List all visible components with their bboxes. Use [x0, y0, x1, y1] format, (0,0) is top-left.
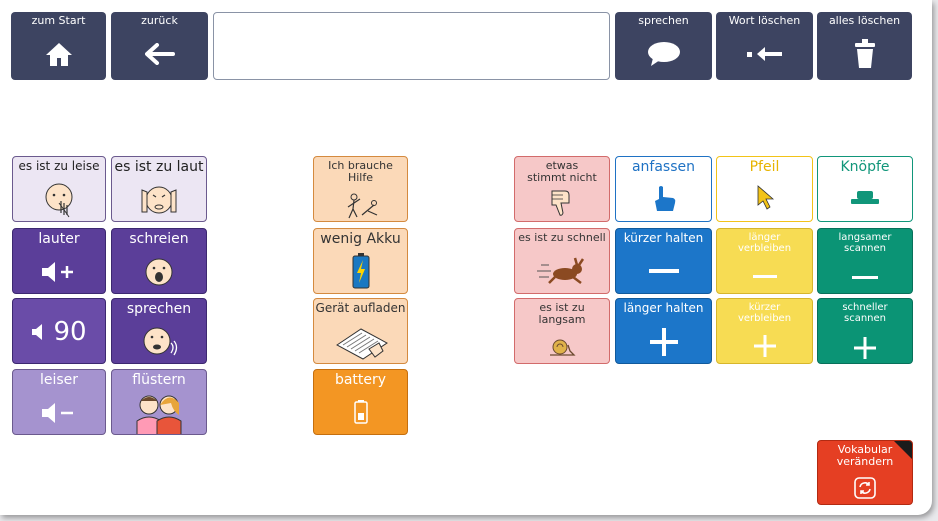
- dwell-longer-label: länger verbleiben: [737, 232, 792, 254]
- dwell-shorter-label: kürzer verbleiben: [737, 302, 792, 324]
- clear-all-label: alles löschen: [828, 14, 901, 27]
- speak-tile-label: sprechen: [126, 301, 192, 317]
- hold-shorter-label: kürzer halten: [623, 231, 704, 245]
- back-button[interactable]: zurück: [111, 12, 208, 80]
- shouting-face-icon: [112, 253, 206, 289]
- speech-bubble-icon: [615, 38, 712, 70]
- volume-tile[interactable]: 90: [12, 298, 106, 364]
- running-rabbit-icon: [515, 257, 609, 285]
- speak-button[interactable]: sprechen: [615, 12, 712, 80]
- speak-button-label: sprechen: [638, 14, 689, 27]
- backspace-arrow-icon: [716, 38, 813, 70]
- change-vocabulary-button[interactable]: Vokabular verändern: [817, 440, 913, 505]
- scan-slower-tile[interactable]: langsamer scannen: [817, 228, 913, 294]
- message-text: [214, 13, 609, 29]
- touch-label: anfassen: [631, 159, 696, 175]
- arrow-left-icon: [111, 38, 208, 70]
- face-covered-ears-icon: [112, 182, 206, 218]
- low-battery-tile[interactable]: wenig Akku: [313, 228, 408, 294]
- cursor-arrow-icon: [717, 185, 812, 211]
- arrow-label: Pfeil: [749, 159, 780, 175]
- speaker-plus-icon: [13, 257, 105, 287]
- need-help-label: Ich brauche Hilfe: [328, 159, 393, 185]
- hold-shorter-tile[interactable]: kürzer halten: [615, 228, 712, 294]
- change-vocabulary-label: Vokabular verändern: [836, 443, 894, 469]
- dwell-longer-tile[interactable]: länger verbleiben: [716, 228, 813, 294]
- louder-tile[interactable]: lauter: [12, 228, 106, 294]
- home-button[interactable]: zum Start: [11, 12, 106, 80]
- plus-icon: [717, 333, 812, 359]
- too-loud-label: es ist zu laut: [114, 159, 204, 175]
- battery-icon: [314, 400, 407, 424]
- whisper-tile[interactable]: flüstern: [111, 369, 207, 435]
- volume-display: 90: [13, 317, 105, 347]
- louder-label: lauter: [38, 231, 80, 247]
- minus-icon: [818, 267, 912, 289]
- trash-icon: [817, 38, 912, 70]
- too-fast-tile[interactable]: es ist zu schnell: [514, 228, 610, 294]
- speaking-face-icon: [112, 321, 206, 359]
- hold-longer-tile[interactable]: länger halten: [615, 298, 712, 364]
- shout-tile[interactable]: schreien: [111, 228, 207, 294]
- too-slow-label: es ist zu langsam: [538, 301, 586, 327]
- clear-all-button[interactable]: alles löschen: [817, 12, 912, 80]
- plus-icon: [818, 335, 912, 361]
- thumbs-down-icon: [515, 189, 609, 217]
- hand-pointer-icon: [616, 185, 711, 213]
- quieter-label: leiser: [39, 372, 79, 388]
- volume-value: 90: [53, 317, 87, 347]
- something-wrong-tile[interactable]: etwas stimmt nicht: [514, 156, 610, 222]
- delete-word-button[interactable]: Wort löschen: [716, 12, 813, 80]
- something-wrong-label: etwas stimmt nicht: [527, 159, 597, 185]
- buttons-label: Knöpfe: [840, 159, 890, 175]
- too-fast-label: es ist zu schnell: [518, 231, 606, 244]
- face-hand-ear-icon: [13, 181, 105, 219]
- need-help-tile[interactable]: Ich brauche Hilfe: [313, 156, 408, 222]
- plus-icon: [616, 323, 711, 361]
- quieter-tile[interactable]: leiser: [12, 369, 106, 435]
- scan-faster-label: schneller scannen: [842, 302, 888, 324]
- minus-icon: [717, 265, 812, 289]
- speak-tile[interactable]: sprechen: [111, 298, 207, 364]
- button-icon: [818, 191, 912, 205]
- snail-icon: [515, 337, 609, 357]
- hold-longer-label: länger halten: [623, 301, 704, 315]
- too-loud-tile[interactable]: es ist zu laut: [111, 156, 207, 222]
- app-window: zum Start zurück sprechen Wort löschen a…: [0, 0, 932, 515]
- low-battery-label: wenig Akku: [320, 231, 401, 247]
- too-slow-tile[interactable]: es ist zu langsam: [514, 298, 610, 364]
- delete-word-label: Wort löschen: [728, 14, 801, 27]
- too-quiet-tile[interactable]: es ist zu leise: [12, 156, 106, 222]
- home-button-label: zum Start: [31, 14, 86, 27]
- battery-tile[interactable]: battery: [313, 369, 408, 435]
- speaker-minus-icon: [13, 398, 105, 428]
- battery-low-icon: [314, 253, 407, 289]
- battery-label: battery: [334, 372, 387, 388]
- dwell-shorter-tile[interactable]: kürzer verbleiben: [716, 298, 813, 364]
- touch-tile[interactable]: anfassen: [615, 156, 712, 222]
- home-icon: [11, 38, 106, 70]
- device-keyboard-icon: [314, 319, 407, 363]
- refresh-icon: [818, 477, 912, 499]
- help-person-icon: [314, 193, 407, 219]
- too-quiet-label: es ist zu leise: [18, 159, 100, 173]
- charge-device-label: Gerät aufladen: [315, 301, 406, 315]
- whispering-people-icon: [112, 391, 206, 434]
- minus-icon: [616, 257, 711, 287]
- shout-label: schreien: [129, 231, 189, 247]
- scan-faster-tile[interactable]: schneller scannen: [817, 298, 913, 364]
- charge-device-tile[interactable]: Gerät aufladen: [313, 298, 408, 364]
- arrow-tile[interactable]: Pfeil: [716, 156, 813, 222]
- buttons-tile[interactable]: Knöpfe: [817, 156, 913, 222]
- speaker-icon: [32, 324, 43, 340]
- scan-slower-label: langsamer scannen: [838, 232, 892, 254]
- message-text-bar[interactable]: [213, 12, 610, 80]
- whisper-label: flüstern: [132, 372, 186, 388]
- back-button-label: zurück: [141, 14, 178, 27]
